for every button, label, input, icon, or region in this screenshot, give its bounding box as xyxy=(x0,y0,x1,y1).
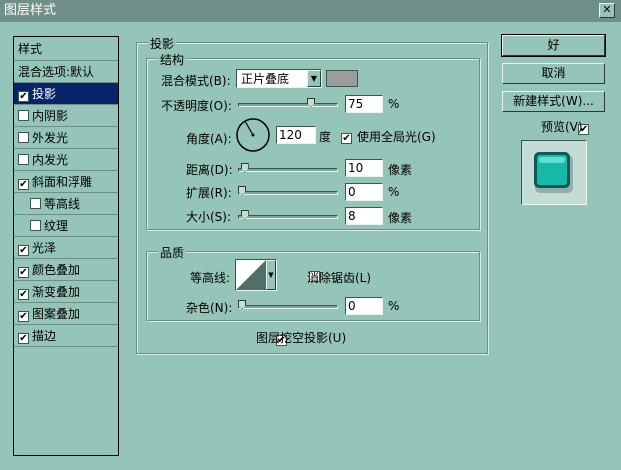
spread-unit: % xyxy=(388,185,400,199)
size-label: 大小(S): xyxy=(186,210,232,224)
style-item-checkbox[interactable]: ✔ xyxy=(18,179,29,190)
style-item-label: 渐变叠加 xyxy=(32,285,81,299)
style-item[interactable]: 纹理 xyxy=(14,215,118,237)
size-slider-track[interactable] xyxy=(238,215,338,219)
style-preview xyxy=(521,140,587,205)
blend-mode-select[interactable]: 正片叠底 ▼ xyxy=(236,69,322,88)
style-item[interactable]: ✔ 投影 xyxy=(14,83,118,105)
style-item-label: 纹理 xyxy=(44,219,69,233)
structure-title: 结构 xyxy=(158,51,187,68)
style-item-checkbox[interactable]: ✔ xyxy=(18,91,29,102)
style-item-label: 光泽 xyxy=(32,241,57,255)
angle-dial[interactable] xyxy=(235,117,271,153)
angle-unit: 度 xyxy=(319,130,332,144)
style-item-checkbox[interactable]: ✔ xyxy=(18,245,29,256)
style-item-label: 外发光 xyxy=(32,131,69,145)
style-item-label: 混合选项:默认 xyxy=(18,65,95,79)
style-item[interactable]: ✔ 斜面和浮雕 xyxy=(14,171,118,193)
style-item[interactable]: ✔ 图案叠加 xyxy=(14,303,118,325)
style-item-label: 内阴影 xyxy=(32,109,69,123)
style-item[interactable]: 外发光 xyxy=(14,127,118,149)
spread-slider-track[interactable] xyxy=(238,191,338,195)
blend-mode-value: 正片叠底 xyxy=(241,72,290,86)
dialog-title: 图层样式 xyxy=(4,3,57,18)
style-item-checkbox[interactable]: ✔ xyxy=(18,333,29,344)
spread-input[interactable]: 0 xyxy=(345,183,383,201)
style-item[interactable]: ✔ 光泽 xyxy=(14,237,118,259)
noise-input[interactable]: 0 xyxy=(345,297,383,315)
new-style-button[interactable]: 新建样式(W)... xyxy=(502,91,605,112)
size-input[interactable]: 8 xyxy=(345,207,383,225)
style-item-label: 颜色叠加 xyxy=(32,263,81,277)
style-item-checkbox[interactable] xyxy=(18,110,29,121)
style-item[interactable]: 内阴影 xyxy=(14,105,118,127)
style-item-checkbox[interactable]: ✔ xyxy=(18,311,29,322)
preview-label: 预览(V) xyxy=(541,120,583,134)
style-item[interactable]: 混合选项:默认 xyxy=(14,61,118,83)
styles-list-header[interactable]: 样式 xyxy=(14,37,118,61)
distance-input[interactable]: 10 xyxy=(345,159,383,177)
style-item[interactable]: 内发光 xyxy=(14,149,118,171)
contour-linear-icon xyxy=(236,260,266,290)
blend-color-swatch[interactable] xyxy=(326,70,358,87)
style-item-label: 内发光 xyxy=(32,153,69,167)
noise-label: 杂色(N): xyxy=(186,301,233,315)
style-item-label: 图案叠加 xyxy=(32,307,81,321)
style-item-checkbox[interactable] xyxy=(30,220,41,231)
blend-mode-label: 混合模式(B): xyxy=(161,74,231,88)
layer-knocks-out-label: 图层挖空投影(U) xyxy=(256,331,347,345)
distance-slider-track[interactable] xyxy=(238,168,338,172)
contour-picker[interactable]: ▼ xyxy=(235,259,277,291)
close-button[interactable]: ✕ xyxy=(599,3,615,18)
ok-button[interactable]: 好 xyxy=(501,34,606,57)
contour-dropdown-icon[interactable]: ▼ xyxy=(266,260,276,290)
quality-title: 品质 xyxy=(158,244,187,261)
style-item[interactable]: ✔ 渐变叠加 xyxy=(14,281,118,303)
size-unit: 像素 xyxy=(388,211,413,225)
style-item-label: 投影 xyxy=(32,87,57,101)
style-item-checkbox[interactable] xyxy=(30,198,41,209)
style-item-checkbox[interactable]: ✔ xyxy=(18,289,29,300)
drop-shadow-title: 投影 xyxy=(148,35,177,52)
noise-slider-track[interactable] xyxy=(238,305,338,309)
style-item[interactable]: 等高线 xyxy=(14,193,118,215)
style-item[interactable]: ✔ 描边 xyxy=(14,325,118,347)
style-item-checkbox[interactable] xyxy=(18,132,29,143)
close-icon: ✕ xyxy=(602,3,612,16)
style-item-label: 描边 xyxy=(32,329,57,343)
preview-thumbnail xyxy=(534,152,573,193)
styles-list: 样式 混合选项:默认 ✔ 投影 内阴影 外发光 内发光 ✔ 斜面和浮雕 等高线 纹理 ✔ 光泽 ✔ 颜色叠… xyxy=(13,36,119,456)
styles-header-label: 样式 xyxy=(18,42,43,56)
chevron-down-icon[interactable]: ▼ xyxy=(307,70,321,87)
style-item[interactable]: ✔ 颜色叠加 xyxy=(14,259,118,281)
opacity-slider-track[interactable] xyxy=(238,103,338,107)
opacity-label: 不透明度(O): xyxy=(161,99,232,113)
anti-alias-label: 消除锯齿(L) xyxy=(307,271,372,285)
use-global-light-checkbox[interactable]: ✔ xyxy=(341,133,352,144)
use-global-light-label: 使用全局光(G) xyxy=(357,130,436,144)
dialog-title-bar: 图层样式 xyxy=(0,0,621,22)
distance-unit: 像素 xyxy=(388,163,413,177)
opacity-unit: % xyxy=(388,97,400,111)
style-item-label: 等高线 xyxy=(44,197,81,211)
style-item-checkbox[interactable] xyxy=(18,154,29,165)
style-item-checkbox[interactable]: ✔ xyxy=(18,267,29,278)
angle-label: 角度(A): xyxy=(186,132,232,146)
opacity-input[interactable]: 75 xyxy=(345,95,383,113)
distance-label: 距离(D): xyxy=(186,163,233,177)
spread-label: 扩展(R): xyxy=(186,186,232,200)
noise-unit: % xyxy=(388,299,400,313)
angle-input[interactable]: 120 xyxy=(276,126,316,144)
contour-label: 等高线: xyxy=(190,271,231,285)
cancel-button[interactable]: 取消 xyxy=(502,63,605,84)
style-item-label: 斜面和浮雕 xyxy=(32,175,93,189)
